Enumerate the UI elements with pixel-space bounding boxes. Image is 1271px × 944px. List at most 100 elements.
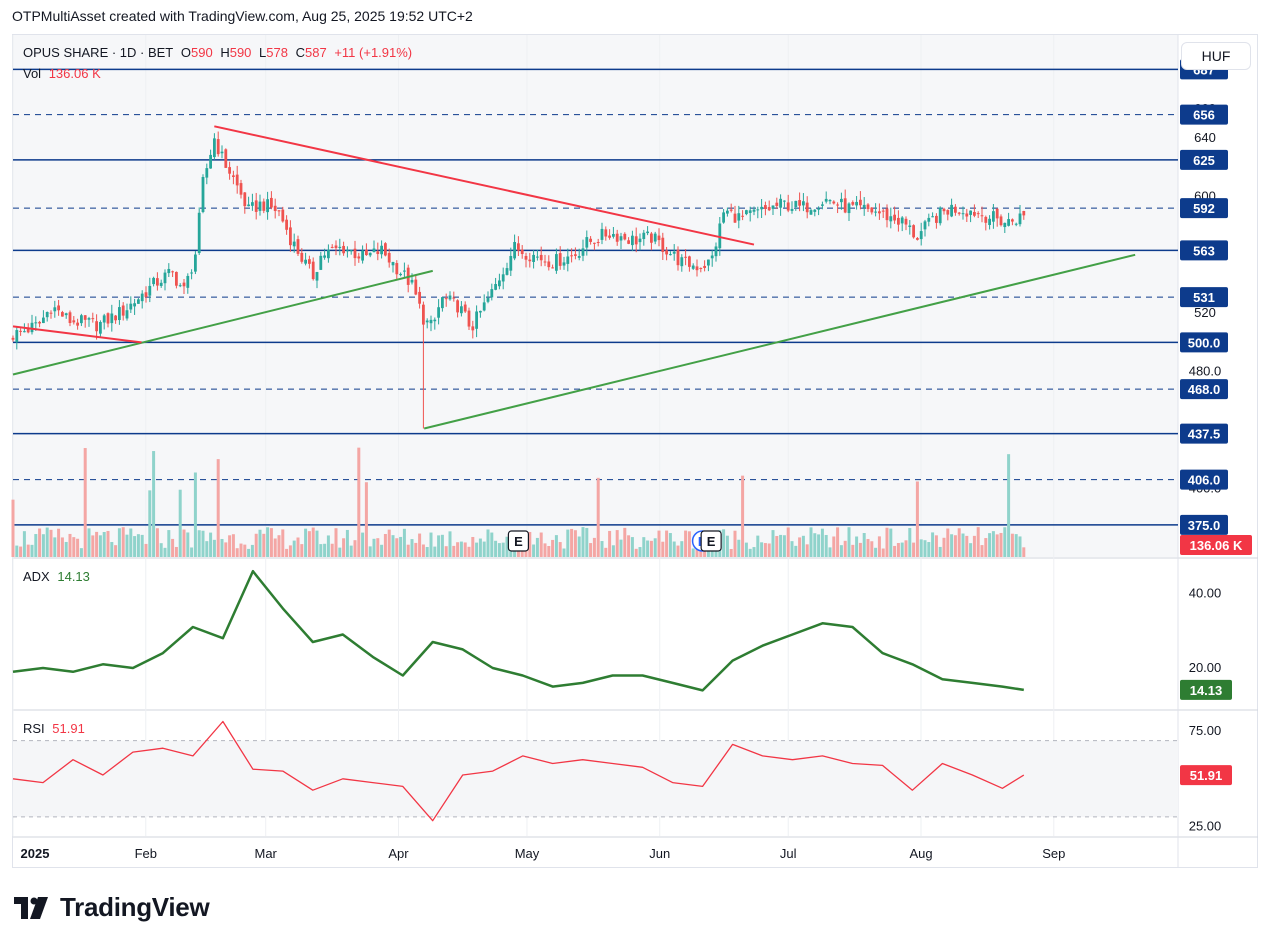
candle-body <box>904 218 908 225</box>
volume-bar <box>114 545 118 557</box>
candle-body <box>942 208 946 212</box>
volume-bar <box>775 535 779 557</box>
candle-body <box>83 315 87 320</box>
candle-body <box>186 275 190 288</box>
volume-label: Vol <box>23 66 42 81</box>
volume-bar <box>915 481 919 557</box>
price-legend: OPUS SHARE · 1D · BET O590 H590 L578 C58… <box>23 45 416 60</box>
volume-bar <box>296 537 300 557</box>
chart-canvas[interactable]: 2025FebMarAprMayJunJulAugSep660640600520… <box>0 0 1271 944</box>
candle-body <box>91 318 95 320</box>
candle-body <box>520 249 524 255</box>
candle-body <box>524 255 528 260</box>
candle-body <box>403 270 406 272</box>
level-price-label: 563 <box>1193 243 1215 258</box>
volume-bar <box>201 530 205 557</box>
candle-body <box>1011 219 1014 222</box>
volume-bar <box>19 546 23 557</box>
volume-bar <box>649 540 653 557</box>
volume-bar <box>634 548 638 557</box>
volume-bar <box>657 530 661 557</box>
volume-bar <box>558 542 562 557</box>
candle-body <box>691 265 695 269</box>
candle-body <box>387 252 391 263</box>
candle-body <box>399 273 402 276</box>
candle-body <box>783 200 786 202</box>
level-price-label: 656 <box>1193 108 1215 123</box>
volume-bar <box>239 543 243 557</box>
candle-body <box>300 252 304 262</box>
volume-bar <box>41 534 45 557</box>
candle-body <box>156 278 159 286</box>
price-y-tick-label: 480.0 <box>1189 364 1222 379</box>
volume-bar <box>885 527 889 557</box>
volume-bar <box>501 542 505 557</box>
volume-bar <box>155 528 159 557</box>
rsi-value: 51.91 <box>52 721 85 736</box>
candle-body <box>452 297 456 299</box>
volume-bar <box>475 542 479 557</box>
volume-bar <box>64 541 68 557</box>
volume-bar <box>999 532 1003 557</box>
volume-bar <box>83 448 87 557</box>
volume-bar <box>486 529 490 557</box>
volume-bar <box>79 548 83 557</box>
volume-bar <box>1014 534 1018 557</box>
volume-bar <box>437 535 441 557</box>
volume-bar <box>722 529 726 557</box>
volume-bar <box>30 544 34 557</box>
candle-body <box>444 298 448 300</box>
candle-body <box>34 322 38 324</box>
candle-body <box>737 213 741 221</box>
candle-body <box>813 209 817 212</box>
candle-body <box>498 280 501 287</box>
candle-body <box>418 291 421 304</box>
candle-body <box>429 319 433 324</box>
volume-bar <box>752 547 756 557</box>
candle-body <box>969 210 972 215</box>
volume-bar <box>262 533 266 557</box>
candle-body <box>623 233 627 240</box>
candle-body <box>764 205 767 209</box>
candle-body <box>1022 210 1026 216</box>
volume-bar <box>938 546 942 557</box>
volume-bar <box>596 477 600 557</box>
high-label: H <box>220 45 230 60</box>
candle-body <box>874 211 877 213</box>
volume-bar <box>665 530 669 557</box>
candle-body <box>95 321 98 332</box>
volume-bar <box>589 543 593 557</box>
volume-bar <box>809 527 813 557</box>
volume-bar <box>171 538 175 557</box>
volume-bar <box>110 542 114 557</box>
rsi-label: RSI <box>23 721 45 736</box>
event-label: E <box>514 534 523 549</box>
adx-legend: ADX 14.13 <box>23 569 94 584</box>
candle-body <box>627 240 630 244</box>
candle-body <box>216 139 220 155</box>
candle-body <box>57 305 60 311</box>
volume-bar <box>326 535 330 557</box>
volume-bar <box>235 548 239 557</box>
symbol-name[interactable]: OPUS SHARE · 1D · BET <box>23 45 173 60</box>
candle-body <box>197 212 201 254</box>
volume-bar <box>224 542 228 557</box>
volume-bar <box>266 527 270 557</box>
volume-bar <box>794 545 798 557</box>
x-tick-label: May <box>515 846 540 861</box>
volume-bar <box>554 535 558 557</box>
volume-bar <box>934 535 938 557</box>
volume-bar <box>26 544 30 557</box>
candle-body <box>555 254 558 271</box>
candle-body <box>536 256 539 258</box>
candle-body <box>311 261 315 280</box>
candle-body <box>596 241 600 243</box>
candle-body <box>460 306 463 314</box>
x-tick-label: Mar <box>255 846 278 861</box>
level-price-label: 500.0 <box>1188 335 1221 350</box>
currency-button[interactable]: HUF <box>1181 42 1251 70</box>
candle-body <box>327 249 330 259</box>
rsi-y-tick-label: 25.00 <box>1189 818 1222 833</box>
volume-bar <box>429 532 433 557</box>
volume-bar <box>448 531 452 557</box>
